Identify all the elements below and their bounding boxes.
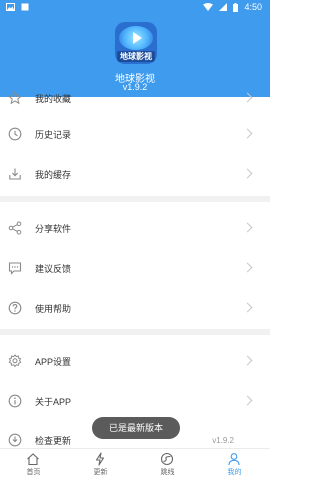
tab-jump[interactable]: 跳线 [134, 449, 201, 480]
menu-item-label: APP设置 [35, 357, 72, 367]
info-icon [8, 394, 22, 408]
menu-item-cache[interactable]: 我的缓存 [0, 156, 270, 193]
menu-item-label: 建议反馈 [35, 264, 72, 274]
menu-item-favorites[interactable]: 我的收藏 [0, 80, 270, 117]
lightning-icon [95, 452, 105, 466]
user-icon [228, 453, 240, 466]
tab-label: 首页 [26, 469, 41, 476]
message-icon [8, 262, 22, 275]
home-icon [27, 453, 39, 466]
menu-item-help[interactable]: 使用帮助 [0, 290, 270, 327]
status-bar: 4:50 [0, 0, 270, 16]
menu-item-label: 检查更新 [35, 436, 72, 446]
bottom-tab-bar: 首页 更新 跳线 我的 [0, 448, 270, 480]
signal-icon [219, 3, 228, 11]
chevron-right-icon [242, 355, 253, 366]
status-time: 4:50 [244, 2, 262, 12]
gear-icon [8, 354, 22, 368]
tab-update[interactable]: 更新 [67, 449, 134, 480]
menu-item-label: 关于APP [35, 397, 72, 407]
play-icon [133, 32, 142, 44]
tab-mine[interactable]: 我的 [201, 449, 268, 480]
logo-text: 地球影视 [117, 51, 155, 62]
menu-item-app-settings[interactable]: APP设置 [0, 343, 270, 380]
gallery-notification-icon [6, 3, 15, 11]
chevron-right-icon [242, 128, 253, 139]
help-icon [8, 301, 22, 315]
chevron-right-icon [242, 302, 253, 313]
chevron-right-icon [242, 168, 253, 179]
menu-item-label: 历史记录 [35, 130, 72, 140]
menu-item-share[interactable]: 分享软件 [0, 210, 270, 247]
route-icon [160, 452, 174, 466]
tab-label: 跳线 [160, 469, 175, 476]
share-icon [8, 221, 22, 235]
menu-item-label: 我的收藏 [35, 94, 72, 104]
clock-icon [8, 127, 22, 141]
update-icon [8, 433, 22, 447]
menu-item-history[interactable]: 历史记录 [0, 116, 270, 153]
current-version: v1.9.2 [212, 436, 234, 445]
star-icon [8, 91, 22, 105]
menu-item-label: 使用帮助 [35, 304, 72, 314]
section-divider [0, 196, 270, 202]
app-logo: 地球影视 [115, 22, 157, 64]
tab-home[interactable]: 首页 [0, 449, 67, 480]
section-divider [0, 329, 270, 335]
chevron-right-icon [242, 395, 253, 406]
tab-label: 更新 [93, 469, 108, 476]
menu-item-feedback[interactable]: 建议反馈 [0, 250, 270, 287]
wifi-icon [203, 3, 214, 11]
square-notification-icon [21, 3, 29, 11]
chevron-right-icon [242, 222, 253, 233]
menu-item-label: 分享软件 [35, 224, 72, 234]
battery-icon [233, 2, 239, 12]
download-icon [9, 168, 21, 180]
menu-item-about[interactable]: 关于APP [0, 383, 270, 420]
chevron-right-icon [242, 262, 253, 273]
toast-message: 已是最新版本 [92, 417, 180, 439]
menu-item-label: 我的缓存 [35, 170, 72, 180]
chevron-right-icon [242, 92, 253, 103]
tab-label: 我的 [227, 469, 242, 476]
